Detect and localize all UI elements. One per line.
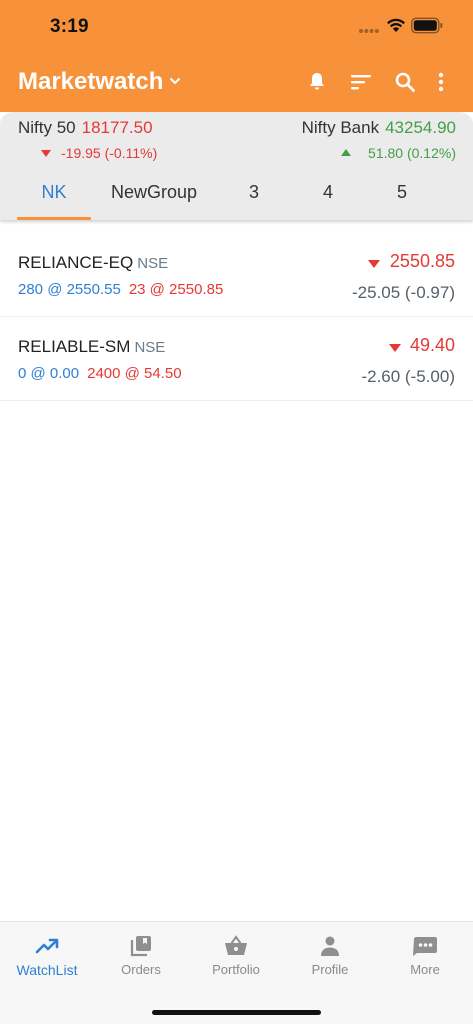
up-triangle-icon	[341, 149, 351, 156]
status-bar: 3:19	[0, 0, 473, 54]
scrip-depth: 0 @ 0.00 2400 @ 54.50	[18, 365, 182, 382]
chevron-down-icon[interactable]	[168, 74, 182, 88]
status-time: 3:19	[50, 16, 89, 37]
index-change: -19.95 (-0.11%)	[61, 145, 158, 161]
best-ask: 2400 @ 54.50	[87, 365, 182, 382]
price-change: -2.60 (-5.00)	[361, 367, 455, 386]
orders-icon	[130, 936, 151, 957]
cellular-signal-icon	[359, 29, 379, 33]
wifi-icon	[387, 18, 405, 32]
more-vert-icon[interactable]	[429, 70, 453, 94]
index-name: Nifty 50	[18, 118, 76, 137]
nav-label: Profile	[311, 962, 349, 977]
nav-label: WatchList	[16, 962, 78, 978]
app-bar: Marketwatch	[0, 62, 473, 104]
last-price: 2550.85	[389, 251, 455, 271]
list-item[interactable]: RELIANCE-EQ NSE 280 @ 2550.55 23 @ 2550.85…	[0, 233, 473, 317]
best-bid: 0 @ 0.00	[18, 365, 80, 382]
indices-panel: Nifty 50 18177.50 -19.95 (-0.11%) Nifty B…	[0, 112, 473, 220]
down-triangle-icon	[389, 344, 401, 352]
tab-3[interactable]: 3	[234, 182, 274, 203]
nav-profile[interactable]: Profile	[283, 922, 377, 992]
best-ask: 23 @ 2550.85	[128, 281, 224, 298]
index-value: 18177.50	[81, 118, 153, 137]
nav-watchlist[interactable]: WatchList	[0, 922, 94, 992]
scrip-symbol: RELIANCE-EQ	[18, 253, 134, 272]
best-bid: 280 @ 2550.55	[18, 281, 121, 298]
index-nifty-bank[interactable]: Nifty Bank 43254.90	[302, 118, 456, 138]
scrip-exchange: NSE	[137, 255, 169, 272]
index-nifty-50[interactable]: Nifty 50 18177.50	[18, 118, 153, 138]
scrip-title: RELIANCE-EQ NSE	[18, 253, 168, 273]
tab-5[interactable]: 5	[382, 182, 422, 203]
tab-nk[interactable]: NK	[17, 182, 91, 203]
battery-icon	[411, 17, 443, 34]
scrip-title: RELIABLE-SM NSE	[18, 337, 165, 357]
more-chat-icon	[413, 937, 437, 956]
basket-icon	[225, 935, 247, 955]
person-icon	[321, 936, 339, 956]
index-name: Nifty Bank	[301, 118, 380, 137]
active-tab-indicator	[17, 217, 91, 220]
down-triangle-icon	[368, 260, 380, 268]
index-value: 43254.90	[385, 118, 456, 137]
scrip-exchange: NSE	[134, 339, 166, 356]
tab-newgroup[interactable]: NewGroup	[100, 182, 208, 203]
nav-portfolio[interactable]: Portfolio	[189, 922, 283, 992]
search-icon[interactable]	[393, 70, 417, 94]
price-change: -25.05 (-0.97)	[352, 283, 455, 302]
tab-4[interactable]: 4	[308, 182, 348, 203]
scrip-symbol: RELIABLE-SM	[18, 337, 131, 356]
page-title[interactable]: Marketwatch	[18, 68, 163, 96]
bottom-nav: WatchList Orders Portfolio Profile More	[0, 921, 473, 1024]
scrip-depth: 280 @ 2550.55 23 @ 2550.85	[18, 281, 223, 298]
down-triangle-icon	[41, 150, 51, 157]
header: 3:19 Marketwatch	[0, 0, 473, 112]
nav-label: More	[410, 962, 440, 977]
index-change: 51.80 (0.12%)	[368, 145, 456, 161]
last-price: 49.40	[409, 335, 455, 355]
nav-orders[interactable]: Orders	[94, 922, 188, 992]
nav-more[interactable]: More	[378, 922, 472, 992]
nav-label: Portfolio	[212, 962, 260, 977]
bell-icon[interactable]	[305, 70, 329, 94]
trending-up-icon	[35, 938, 59, 954]
home-indicator[interactable]	[152, 1010, 321, 1015]
sort-icon[interactable]	[349, 70, 373, 94]
watchlist-tabs: NK NewGroup 3 4 5	[0, 174, 473, 220]
list-item[interactable]: RELIABLE-SM NSE 0 @ 0.00 2400 @ 54.50 49.4…	[0, 317, 473, 401]
nav-label: Orders	[121, 962, 161, 977]
